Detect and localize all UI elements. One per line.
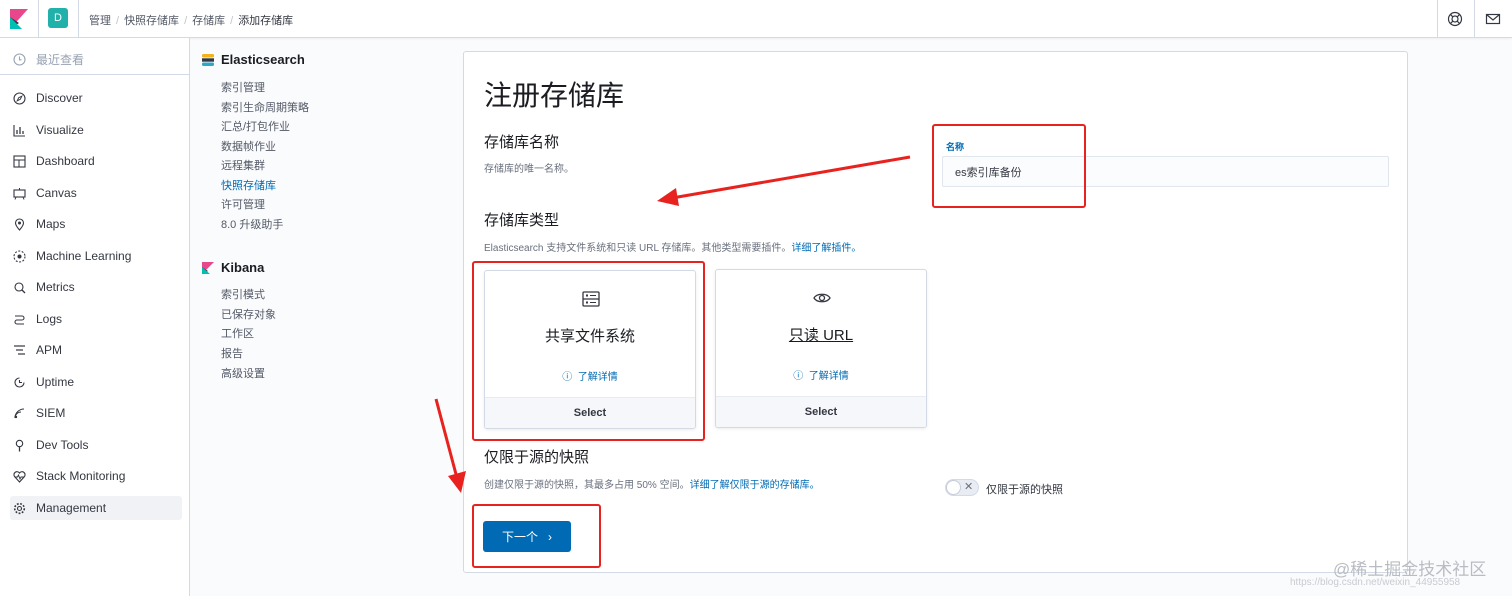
elasticsearch-logo-icon [202,53,214,66]
eye-icon [813,293,831,303]
nav-label: Dashboard [36,154,95,168]
read-only-url-card[interactable]: 只读 URL ⓘ 了解详情 Select [715,269,927,428]
watermark-url: https://blog.csdn.net/weixin_44955958 [1290,577,1461,588]
breadcrumb-management[interactable]: 管理 [89,15,111,27]
select-button[interactable]: Select [716,396,926,427]
top-header: D 管理 / 快照存储库 / 存储库 / 添加存储库 [0,0,1512,38]
ml-icon [12,249,26,263]
plugins-learn-more-link[interactable]: 详细了解插件。 [791,243,861,254]
source-only-toggle-label: 仅限于源的快照 [986,484,1063,496]
breadcrumb-add-repository: 添加存储库 [238,15,294,27]
repository-name-desc: 存储库的唯一名称。 [484,164,574,175]
compass-icon [12,91,26,105]
nav-label: Machine Learning [36,249,132,263]
learn-more-link[interactable]: ⓘ 了解详情 [716,367,926,382]
repository-type-desc: Elasticsearch 支持文件系统和只读 URL 存储库。其他类型需要插件… [484,243,862,254]
kibana-logo-icon [202,261,214,274]
subnav-index-patterns[interactable]: 索引模式 [221,286,265,302]
nav-recent-label: 最近查看 [36,52,85,67]
subnav-transform-jobs[interactable]: 数据帧作业 [221,138,276,154]
subnav-remote-clusters[interactable]: 远程集群 [221,157,265,173]
breadcrumb-snapshot-repos[interactable]: 快照存储库 [124,15,179,27]
subnav-advanced-settings[interactable]: 高级设置 [221,365,265,381]
breadcrumb-repositories[interactable]: 存储库 [192,15,225,27]
subnav-spaces[interactable]: 工作区 [221,325,254,341]
info-icon: ⓘ [793,371,804,382]
nav-label: Discover [36,91,83,105]
nav-item-dev-tools[interactable]: Dev Tools [10,433,182,457]
subnav-saved-objects[interactable]: 已保存对象 [221,306,276,322]
breadcrumb: 管理 / 快照存储库 / 存储库 / 添加存储库 [89,15,294,27]
source-only-title: 仅限于源的快照 [484,449,590,466]
subnav-rollup-jobs[interactable]: 汇总/打包作业 [221,118,290,134]
nav-recently-viewed[interactable]: 最近查看 [10,47,182,71]
nav-item-logs[interactable]: Logs [10,307,182,331]
subnav-snapshot-repos[interactable]: 快照存储库 [221,177,276,193]
nav-item-stack-monitoring[interactable]: Stack Monitoring [10,464,182,488]
repository-name-title: 存储库名称 [484,134,560,151]
mail-icon[interactable] [1485,11,1501,27]
nav-label: Canvas [36,186,77,200]
metrics-icon [12,280,26,294]
nav-item-visualize[interactable]: Visualize [10,118,182,142]
kibana-section-title: Kibana [202,260,264,275]
nav-label: Dev Tools [36,438,89,452]
left-navigation: 最近查看 Discover Visualize Dashboard Canvas… [0,38,190,596]
nav-label: Metrics [36,280,75,294]
close-icon: ✕ [964,481,974,493]
card-title[interactable]: 只读 URL [716,324,926,345]
help-icon[interactable] [1447,11,1463,27]
subnav-license-management[interactable]: 许可管理 [221,196,265,212]
canvas-icon [12,186,26,200]
space-avatar[interactable]: D [48,8,68,28]
nav-item-machine-learning[interactable]: Machine Learning [10,244,182,268]
annotation-box-filesystem [472,261,705,441]
siem-icon [12,406,26,420]
nav-item-apm[interactable]: APM [10,338,182,362]
management-sidebar: Elasticsearch 索引管理 索引生命周期策略 汇总/打包作业 数据帧作… [190,38,460,596]
nav-item-management[interactable]: Management [10,496,182,520]
nav-item-siem[interactable]: SIEM [10,401,182,425]
clock-icon [12,52,26,66]
dashboard-icon [12,154,26,168]
page-title: 注册存储库 [484,80,625,111]
kibana-logo-icon[interactable] [10,9,28,29]
nav-item-discover[interactable]: Discover [10,86,182,110]
source-only-desc: 创建仅限于源的快照，其最多占用 50% 空间。详细了解仅限于源的存储库。 [484,480,820,491]
nav-item-uptime[interactable]: Uptime [10,370,182,394]
apm-icon [12,343,26,357]
nav-item-metrics[interactable]: Metrics [10,275,182,299]
nav-label: Visualize [36,123,84,137]
nav-item-dashboard[interactable]: Dashboard [10,149,182,173]
uptime-icon [12,375,26,389]
subnav-upgrade-assistant[interactable]: 8.0 升级助手 [221,216,283,232]
source-only-toggle[interactable]: ✕ [945,479,979,496]
nav-label: Stack Monitoring [36,469,126,483]
subnav-ilm-policies[interactable]: 索引生命周期策略 [221,99,309,115]
subnav-reporting[interactable]: 报告 [221,345,243,361]
gear-icon [12,501,26,515]
logs-icon [12,312,26,326]
annotation-box-name [932,124,1086,208]
elasticsearch-section-title: Elasticsearch [202,52,305,67]
nav-item-maps[interactable]: Maps [10,212,182,236]
nav-label: Uptime [36,375,75,389]
devtools-icon [12,438,26,452]
nav-label: Logs [36,312,63,326]
visualize-icon [12,123,26,137]
repository-type-title: 存储库类型 [484,212,560,229]
monitoring-icon [12,469,26,483]
nav-label: Maps [36,217,66,231]
nav-label: Management [36,501,107,515]
subnav-index-management[interactable]: 索引管理 [221,79,265,95]
nav-item-canvas[interactable]: Canvas [10,181,182,205]
nav-label: APM [36,343,63,357]
nav-label: SIEM [36,406,66,420]
source-only-learn-more-link[interactable]: 详细了解仅限于源的存储库。 [690,480,820,491]
maps-icon [12,217,26,231]
annotation-box-next [472,504,601,568]
